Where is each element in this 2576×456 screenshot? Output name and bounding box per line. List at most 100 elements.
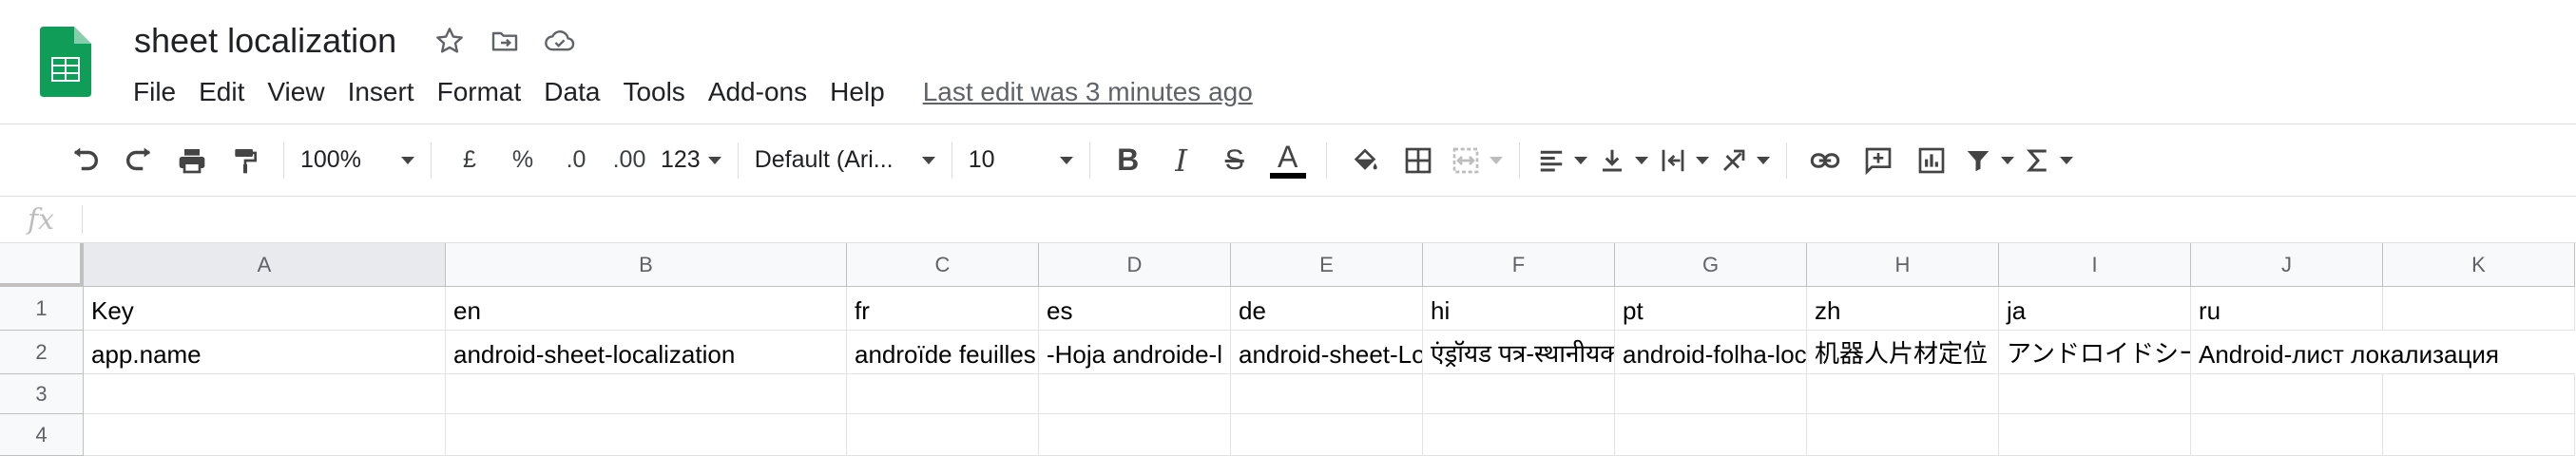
cell-g1[interactable]: pt bbox=[1615, 287, 1807, 331]
column-header-d[interactable]: D bbox=[1039, 243, 1231, 287]
row-header-4[interactable]: 4 bbox=[0, 414, 84, 456]
column-header-j[interactable]: J bbox=[2191, 243, 2383, 287]
cell-j4[interactable] bbox=[2191, 414, 2383, 456]
formula-input[interactable] bbox=[83, 197, 2576, 242]
cell-c2[interactable]: androïde feuilles bbox=[847, 331, 1039, 374]
column-header-g[interactable]: G bbox=[1615, 243, 1807, 287]
column-header-f[interactable]: F bbox=[1423, 243, 1615, 287]
borders-icon[interactable] bbox=[1396, 138, 1440, 183]
menu-tools[interactable]: Tools bbox=[611, 77, 696, 107]
paint-format-icon[interactable] bbox=[223, 138, 267, 183]
cell-a3[interactable] bbox=[84, 374, 446, 414]
cell-e2[interactable]: android-sheet-Lo bbox=[1231, 331, 1423, 374]
column-header-i[interactable]: I bbox=[1999, 243, 2191, 287]
cell-c4[interactable] bbox=[847, 414, 1039, 456]
cell-i4[interactable] bbox=[1999, 414, 2191, 456]
row-header-2[interactable]: 2 bbox=[0, 331, 84, 374]
text-wrapping-select[interactable] bbox=[1658, 138, 1709, 183]
cell-h3[interactable] bbox=[1807, 374, 1999, 414]
cell-a1[interactable]: Key bbox=[84, 287, 446, 331]
percent-format-button[interactable]: % bbox=[501, 138, 545, 183]
cell-h4[interactable] bbox=[1807, 414, 1999, 456]
column-header-e[interactable]: E bbox=[1231, 243, 1423, 287]
vertical-align-select[interactable] bbox=[1597, 138, 1648, 183]
cell-d2[interactable]: -Hoja androide-l bbox=[1039, 331, 1231, 374]
menu-help[interactable]: Help bbox=[818, 77, 896, 107]
cell-d1[interactable]: es bbox=[1039, 287, 1231, 331]
font-size-select[interactable]: 10 bbox=[969, 138, 1073, 183]
column-header-c[interactable]: C bbox=[847, 243, 1039, 287]
filter-select[interactable] bbox=[1963, 138, 2014, 183]
menu-insert[interactable]: Insert bbox=[336, 77, 426, 107]
zoom-select[interactable]: 100% bbox=[300, 138, 414, 183]
currency-format-button[interactable]: £ bbox=[448, 138, 491, 183]
cell-f2[interactable]: एंड्रॉयड पत्र-स्थानीयक bbox=[1423, 331, 1615, 374]
row-header-3[interactable]: 3 bbox=[0, 374, 84, 414]
cell-e3[interactable] bbox=[1231, 374, 1423, 414]
increase-decimal-button[interactable]: .00 bbox=[607, 138, 651, 183]
insert-chart-icon[interactable] bbox=[1910, 138, 1953, 183]
cell-h2[interactable]: 机器人片材定位 bbox=[1807, 331, 1999, 374]
menu-data[interactable]: Data bbox=[532, 77, 611, 107]
cell-h1[interactable]: zh bbox=[1807, 287, 1999, 331]
cell-i2[interactable]: アンドロイドシー bbox=[1999, 331, 2191, 374]
cell-j1[interactable]: ru bbox=[2191, 287, 2383, 331]
functions-select[interactable] bbox=[2024, 138, 2073, 183]
column-header-b[interactable]: B bbox=[446, 243, 847, 287]
cell-f3[interactable] bbox=[1423, 374, 1615, 414]
cell-g4[interactable] bbox=[1615, 414, 1807, 456]
cell-f4[interactable] bbox=[1423, 414, 1615, 456]
last-edit-link[interactable]: Last edit was 3 minutes ago bbox=[923, 77, 1253, 107]
merge-cells-select[interactable] bbox=[1450, 138, 1503, 183]
insert-link-icon[interactable] bbox=[1803, 138, 1847, 183]
cell-b2[interactable]: android-sheet-localization bbox=[446, 331, 847, 374]
select-all-corner[interactable] bbox=[0, 243, 84, 287]
strikethrough-button[interactable]: S bbox=[1213, 138, 1257, 183]
star-icon[interactable] bbox=[433, 24, 467, 58]
cell-c1[interactable]: fr bbox=[847, 287, 1039, 331]
cell-b1[interactable]: en bbox=[446, 287, 847, 331]
cell-a4[interactable] bbox=[84, 414, 446, 456]
google-sheets-logo[interactable] bbox=[40, 27, 91, 97]
cell-d4[interactable] bbox=[1039, 414, 1231, 456]
print-icon[interactable] bbox=[170, 138, 214, 183]
cell-f1[interactable]: hi bbox=[1423, 287, 1615, 331]
cell-k4[interactable] bbox=[2383, 414, 2575, 456]
cell-c3[interactable] bbox=[847, 374, 1039, 414]
cell-e1[interactable]: de bbox=[1231, 287, 1423, 331]
more-formats-select[interactable]: 123 bbox=[661, 138, 721, 183]
fill-color-icon[interactable] bbox=[1343, 138, 1387, 183]
bold-button[interactable]: B bbox=[1106, 138, 1150, 183]
cell-k1[interactable] bbox=[2383, 287, 2575, 331]
menu-format[interactable]: Format bbox=[426, 77, 533, 107]
menu-add-ons[interactable]: Add-ons bbox=[697, 77, 818, 107]
cell-g3[interactable] bbox=[1615, 374, 1807, 414]
menu-edit[interactable]: Edit bbox=[187, 77, 256, 107]
menu-file[interactable]: File bbox=[122, 77, 187, 107]
insert-comment-icon[interactable] bbox=[1856, 138, 1900, 183]
italic-button[interactable]: I bbox=[1160, 138, 1203, 183]
cell-j2[interactable]: Android-лист локализация bbox=[2191, 331, 2575, 374]
column-header-a[interactable]: A bbox=[84, 243, 446, 287]
cell-j3[interactable] bbox=[2191, 374, 2383, 414]
cell-k3[interactable] bbox=[2383, 374, 2575, 414]
cell-g2[interactable]: android-folha-loc bbox=[1615, 331, 1807, 374]
cloud-status-icon[interactable] bbox=[543, 24, 577, 58]
redo-icon[interactable] bbox=[117, 138, 161, 183]
cell-i3[interactable] bbox=[1999, 374, 2191, 414]
decrease-decimal-button[interactable]: .0 bbox=[554, 138, 598, 183]
cell-b3[interactable] bbox=[446, 374, 847, 414]
text-color-button[interactable]: A bbox=[1266, 138, 1310, 183]
column-header-h[interactable]: H bbox=[1807, 243, 1999, 287]
document-title[interactable]: sheet localization bbox=[134, 21, 396, 61]
cell-e4[interactable] bbox=[1231, 414, 1423, 456]
font-family-select[interactable]: Default (Ari... bbox=[755, 138, 935, 183]
cell-b4[interactable] bbox=[446, 414, 847, 456]
column-header-k[interactable]: K bbox=[2383, 243, 2575, 287]
row-header-1[interactable]: 1 bbox=[0, 287, 84, 331]
cell-i1[interactable]: ja bbox=[1999, 287, 2191, 331]
menu-view[interactable]: View bbox=[256, 77, 336, 107]
cell-d3[interactable] bbox=[1039, 374, 1231, 414]
move-to-folder-icon[interactable] bbox=[488, 24, 522, 58]
undo-icon[interactable] bbox=[64, 138, 107, 183]
